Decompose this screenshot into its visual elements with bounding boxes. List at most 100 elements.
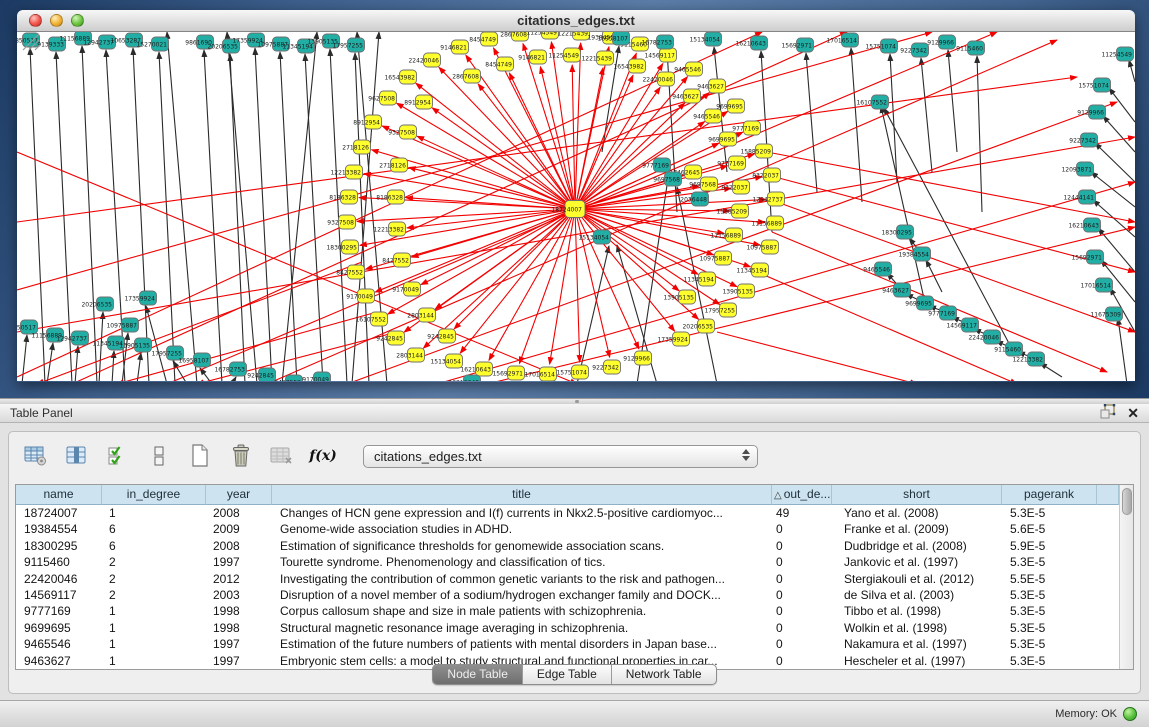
table-panel: f(x) citations_edges.txt namein_degreeye… (0, 423, 1149, 700)
node-label: 11254549 (548, 52, 579, 59)
node-label: 18300295 (881, 229, 912, 236)
node-label: 16210643 (1068, 222, 1099, 229)
node-label: 16107552 (355, 316, 386, 323)
table-row[interactable]: 1938455462009Genome-wide association stu… (16, 521, 1119, 537)
float-panel-icon[interactable] (1100, 404, 1117, 424)
node-label: 11345194 (736, 267, 767, 274)
table-tabs: Node TableEdge TableNetwork Table (9, 664, 1140, 685)
node-label: 18724007 (551, 206, 582, 213)
column-header-name[interactable]: name (16, 485, 102, 505)
close-panel-icon[interactable]: ✕ (1127, 405, 1139, 422)
node-label: 9129966 (1077, 109, 1104, 116)
window-titlebar[interactable]: citations_edges.txt (17, 10, 1135, 32)
node-label: 15270021 (136, 41, 167, 48)
node-label: 11345194 (683, 276, 714, 283)
node-label: 13905135 (722, 288, 753, 295)
minimize-window-button[interactable] (50, 14, 63, 27)
node-label: 9463627 (882, 287, 909, 294)
table-row[interactable]: 946554611997Estimation of the future num… (16, 636, 1119, 652)
node-label: 8454749 (469, 36, 496, 43)
new-document-button[interactable] (187, 443, 213, 469)
node-label: 9463627 (672, 93, 699, 100)
node-label: 8427552 (382, 257, 409, 264)
table-row[interactable]: 969969511998Structural magnetic resonanc… (16, 620, 1119, 636)
tab-node-table[interactable]: Node Table (433, 665, 523, 684)
table-row[interactable]: 1872400712008Changes of HCN gene express… (16, 505, 1119, 521)
node-label: 9227342 (1069, 137, 1096, 144)
show-columns-icon (66, 445, 88, 467)
table-row[interactable]: 1830029562008Estimation of significance … (16, 538, 1119, 554)
node-label: 12213382 (373, 226, 404, 233)
node-label: 14569117 (946, 322, 977, 329)
table-source-value: citations_edges.txt (364, 449, 482, 464)
table-panel-inner: f(x) citations_edges.txt namein_degreeye… (8, 431, 1141, 694)
node-label: 9627508 (368, 95, 395, 102)
node-label: 13905135 (119, 342, 150, 349)
node-label: 16210643 (448, 379, 479, 381)
node-label: 18300295 (326, 244, 357, 251)
select-rows-button[interactable] (105, 443, 131, 469)
node-label: 9697568 (653, 176, 680, 183)
node-label: 22420046 (642, 76, 673, 83)
network-graph[interactable]: 2718126122133828186328932750818300295842… (17, 32, 1135, 381)
table-mode-button[interactable] (146, 443, 172, 469)
node-label: 9242845 (376, 335, 403, 342)
delete-rows-button[interactable] (228, 443, 254, 469)
table-scrollbar[interactable] (1119, 485, 1133, 669)
node-label: 9129966 (927, 39, 954, 46)
node-label: 9146821 (518, 54, 545, 61)
node-label: 9242845 (427, 333, 454, 340)
column-header-short[interactable]: short (832, 485, 1002, 505)
node-label: 9777169 (928, 310, 955, 317)
table-row[interactable]: 911546021997Tourette syndrome. Phenomeno… (16, 554, 1119, 570)
resize-grip-icon[interactable] (17, 32, 41, 52)
show-columns-button[interactable] (64, 443, 90, 469)
node-label: 2718126 (342, 144, 369, 151)
table-source-select[interactable]: citations_edges.txt (363, 445, 758, 468)
node-label: 11254549 (1101, 51, 1132, 58)
table-settings-button[interactable] (23, 443, 49, 469)
function-builder-button[interactable]: f(x) (310, 443, 336, 469)
column-header-pagerank[interactable]: pagerank (1002, 485, 1097, 505)
zoom-window-button[interactable] (71, 14, 84, 27)
node-label: 9170049 (392, 286, 419, 293)
node-label: 10975887 (746, 244, 777, 251)
node-label: 12444141 (1063, 194, 1094, 201)
table-panel-header: Table Panel ✕ (0, 404, 1149, 423)
node-label: 15751074 (556, 369, 587, 376)
network-canvas[interactable]: 2718126122133828186328932750818300295842… (17, 32, 1135, 381)
column-header-year[interactable]: year (206, 485, 272, 505)
column-header-title[interactable]: title (272, 485, 772, 505)
divider-grip (575, 400, 579, 403)
column-header-out_de[interactable]: △out_de... (772, 485, 832, 505)
node-label: 15751074 (865, 43, 896, 50)
node-label: 9465546 (674, 66, 701, 73)
node-label: 8427552 (336, 269, 363, 276)
new-document-icon (190, 444, 210, 468)
scrollbar-thumb[interactable] (1122, 488, 1132, 515)
tab-edge-table[interactable]: Edge Table (523, 665, 612, 684)
node-label: 17016514 (826, 37, 857, 44)
node-label: 15885209 (716, 208, 747, 215)
column-header-filler (1097, 485, 1119, 505)
node-label: 15885209 (740, 148, 771, 155)
node-label: 17016514 (1080, 282, 1111, 289)
tab-network-table[interactable]: Network Table (612, 665, 716, 684)
node-label: 16958107 (597, 35, 628, 42)
node-label: 15134054 (578, 234, 609, 241)
table-row[interactable]: 1456911722003Disruption of a novel membe… (16, 587, 1119, 603)
node-label: 9129966 (623, 355, 650, 362)
node-label: 20206535 (207, 43, 238, 50)
table-mode-icon (151, 445, 167, 467)
table-row[interactable]: 2242004622012Investigating the contribut… (16, 571, 1119, 587)
node-label: 10975887 (699, 255, 730, 262)
close-window-button[interactable] (29, 14, 42, 27)
node-label: 17957255 (151, 350, 182, 357)
node-label: 19384554 (898, 251, 929, 258)
column-header-in_degree[interactable]: in_degree (102, 485, 206, 505)
node-label: 2718126 (379, 162, 406, 169)
table-row[interactable]: 977716911998Corpus callosum shape and si… (16, 603, 1119, 619)
select-rows-icon (108, 445, 128, 467)
delete-table-button[interactable] (269, 443, 295, 469)
node-label: 17359924 (657, 336, 688, 343)
